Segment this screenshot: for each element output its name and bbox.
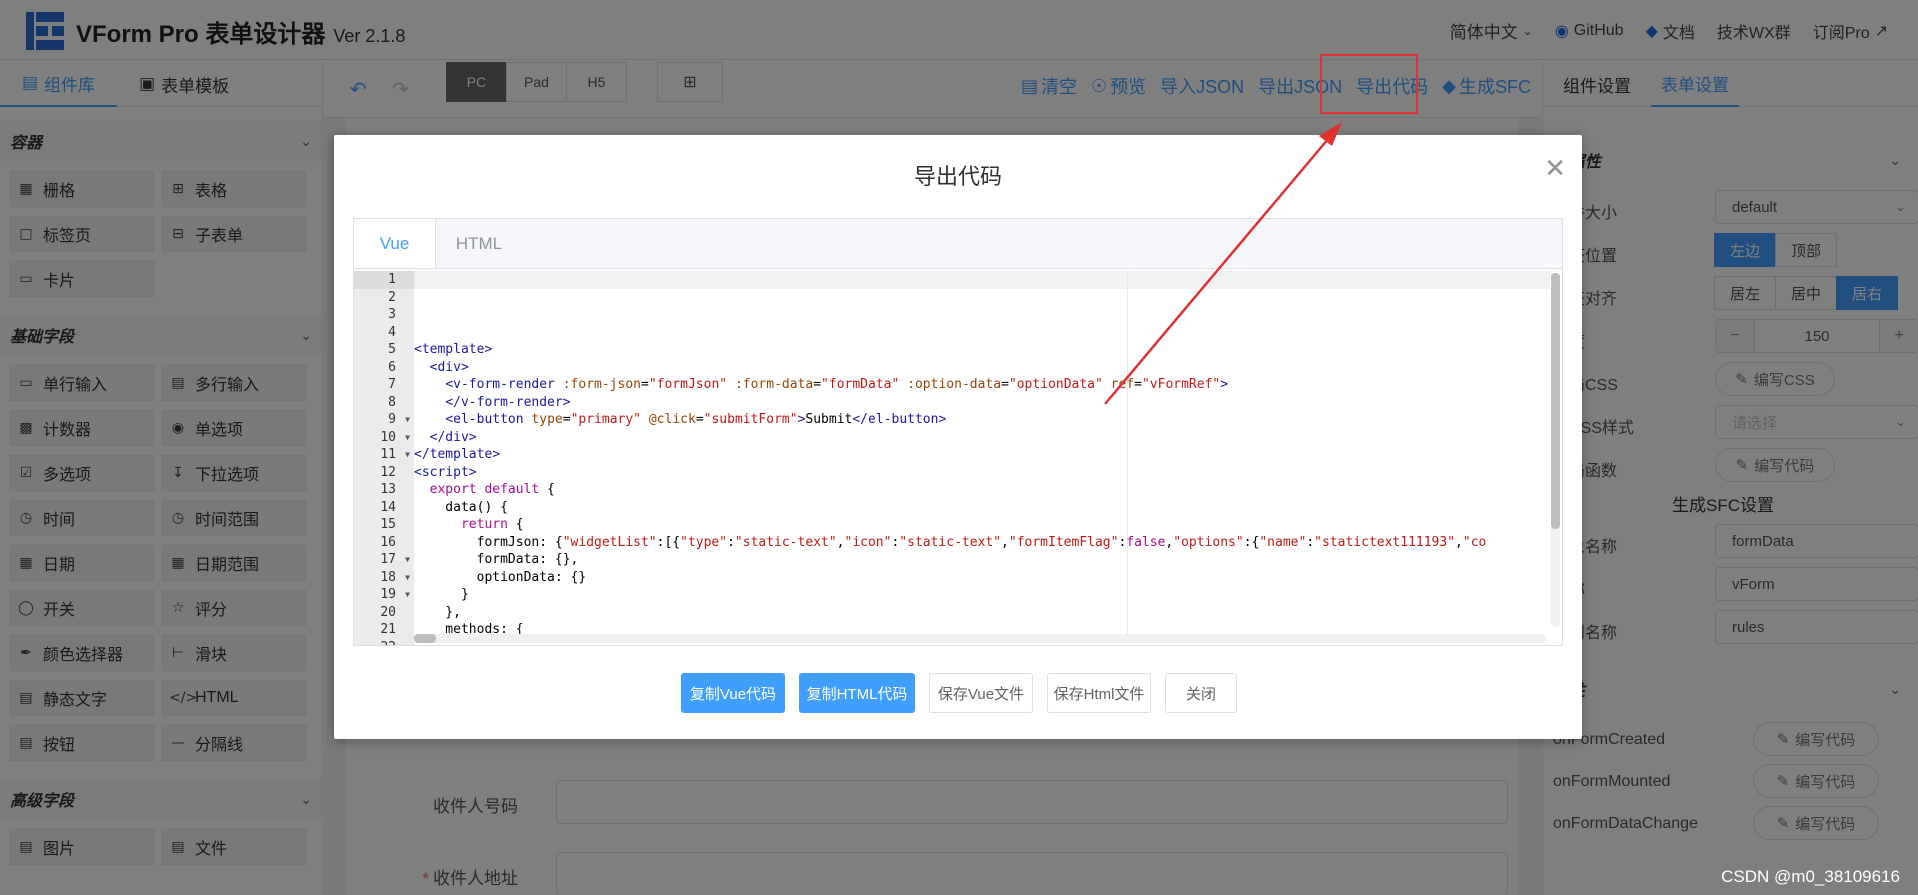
dialog-footer: 复制Vue代码 复制HTML代码 保存Vue文件 保存Html文件 关闭 [334,673,1582,713]
code-line[interactable]: <v-form-render :form-json="formJson" :fo… [414,376,1550,394]
horizontal-scrollbar-thumb[interactable] [414,634,436,643]
line-number: 8 [388,394,396,410]
line-number: 20 [380,604,396,620]
code-line[interactable]: }, [414,604,1550,622]
dialog-title: 导出代码 [913,164,1002,189]
fold-arrow-icon[interactable]: ▼ [405,411,410,429]
line-number: 12 [380,464,396,480]
line-number: 9 ▼ [388,411,410,429]
line-number: 19 ▼ [380,586,410,604]
line-number: 15 [380,517,396,532]
close-button[interactable]: 关闭 [1165,673,1237,713]
code-line[interactable]: formJson: {"widgetList":[{"type":"static… [414,534,1550,552]
tab-vue[interactable]: Vue [354,219,436,269]
code-line[interactable]: <template> [414,341,1550,359]
code-content[interactable]: <template> <div> <v-form-render :form-js… [414,271,1550,637]
code-tabs: Vue HTML [353,218,1563,269]
line-number: 3 [388,307,396,322]
code-line[interactable]: </v-form-render> [414,394,1550,412]
line-number: 1 [354,271,414,289]
code-line[interactable]: formData: {}, [414,551,1550,569]
line-number: 16 [380,534,396,550]
fold-arrow-icon[interactable]: ▼ [405,446,410,464]
code-line[interactable]: <el-button type="primary" @click="submit… [414,411,1550,429]
horizontal-scrollbar-track[interactable] [414,634,1546,643]
line-number: 5 [388,342,396,357]
line-number: 11 ▼ [380,446,410,464]
line-number: 22 [354,639,414,646]
save-html-file-button[interactable]: 保存Html文件 [1047,673,1151,713]
copy-vue-code-button[interactable]: 复制Vue代码 [681,673,785,713]
line-number: 4 [388,324,396,340]
code-line[interactable]: </template> [414,446,1550,464]
export-code-dialog: 导出代码 ✕ Vue HTML 1 2 3 4 5 6 7 8 9 ▼ 10 ▼ 11 ▼ 12 13 14 15… [334,135,1582,739]
line-number: 17 ▼ [380,551,410,569]
line-number: 13 [380,482,396,497]
line-number-gutter: 123456789▼10▼11▼121314151617▼18▼19▼20212… [354,271,414,646]
line-number: 10 ▼ [380,429,410,447]
line-number: 6 [388,359,396,375]
line-number: 18 ▼ [380,569,410,587]
save-vue-file-button[interactable]: 保存Vue文件 [929,673,1033,713]
line-number: 21 [380,622,396,637]
close-icon[interactable]: ✕ [1544,155,1566,181]
code-line[interactable]: </div> [414,429,1550,447]
line-number: 14 [380,499,396,515]
copy-html-code-button[interactable]: 复制HTML代码 [799,673,915,713]
active-line-highlight [414,271,1550,289]
code-line[interactable]: return { [414,516,1550,534]
annotation-highlight-box [1320,54,1418,114]
code-line[interactable]: } [414,586,1550,604]
code-line[interactable]: <div> [414,359,1550,377]
code-line[interactable]: export default { [414,481,1550,499]
line-number: 2 [388,289,396,305]
code-line[interactable]: optionData: {} [414,569,1550,587]
line-number: 7 [388,377,396,392]
code-line[interactable]: data() { [414,499,1550,517]
vertical-scrollbar-thumb[interactable] [1551,273,1560,529]
fold-arrow-icon[interactable]: ▼ [405,551,410,569]
fold-arrow-icon[interactable]: ▼ [405,586,410,604]
fold-arrow-icon[interactable]: ▼ [405,429,410,447]
fold-arrow-icon[interactable]: ▼ [405,569,410,587]
tab-html[interactable]: HTML [436,219,522,269]
watermark: CSDN @m0_38109616 [1721,867,1900,886]
code-line[interactable]: <script> [414,464,1550,482]
code-editor[interactable]: 123456789▼10▼11▼121314151617▼18▼19▼20212… [353,268,1563,646]
